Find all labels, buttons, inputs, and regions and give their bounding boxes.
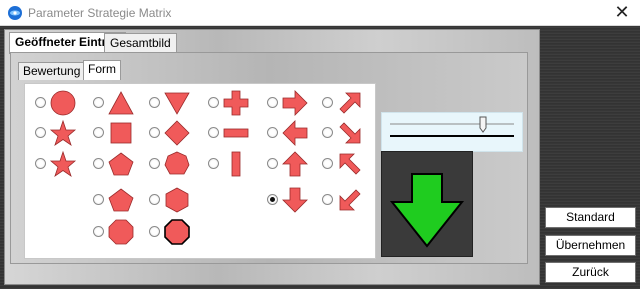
shape-radio[interactable]: [93, 97, 104, 108]
triangle-down-icon[interactable]: [163, 89, 191, 117]
apply-button[interactable]: Übernehmen: [545, 235, 636, 256]
shape-radio[interactable]: [93, 194, 104, 205]
hexagon-icon[interactable]: [163, 186, 191, 214]
square-icon[interactable]: [107, 119, 135, 147]
shape-preview: [381, 151, 473, 257]
shape-radio[interactable]: [35, 127, 46, 138]
shape-radio[interactable]: [149, 194, 160, 205]
shape-radio[interactable]: [149, 127, 160, 138]
shape-radio[interactable]: [267, 194, 278, 205]
shape-radio[interactable]: [208, 158, 219, 169]
star-icon[interactable]: [49, 119, 77, 147]
shape-radio[interactable]: [208, 97, 219, 108]
shape-radio[interactable]: [93, 226, 104, 237]
arrow-up-left-icon[interactable]: [336, 150, 364, 178]
arrow-right-icon[interactable]: [281, 89, 309, 117]
window-title: Parameter Strategie Matrix: [28, 6, 172, 20]
minus-icon[interactable]: [222, 119, 250, 147]
shape-selection-area: [24, 83, 376, 259]
pentagon-icon[interactable]: [107, 186, 135, 214]
heptagon-icon[interactable]: [163, 150, 191, 178]
pentagon-icon[interactable]: [107, 150, 135, 178]
vertical-bar-icon[interactable]: [222, 150, 250, 178]
shape-radio[interactable]: [322, 158, 333, 169]
preview-arrow-down-icon: [389, 173, 465, 248]
size-slider[interactable]: [381, 112, 523, 152]
shape-radio[interactable]: [208, 127, 219, 138]
shape-radio[interactable]: [149, 97, 160, 108]
shape-radio[interactable]: [35, 97, 46, 108]
arrow-up-icon[interactable]: [281, 150, 309, 178]
plus-icon[interactable]: [222, 89, 250, 117]
tab-form[interactable]: Form: [83, 60, 121, 80]
triangle-up-icon[interactable]: [107, 89, 135, 117]
star-icon[interactable]: [49, 150, 77, 178]
arrow-down-left-icon[interactable]: [336, 186, 364, 214]
size-slider-track: [390, 116, 514, 137]
back-button[interactable]: Zurück: [545, 262, 636, 283]
close-button[interactable]: ✕: [604, 0, 640, 26]
arrow-down-icon[interactable]: [281, 186, 309, 214]
close-icon: ✕: [614, 2, 630, 22]
shape-radio[interactable]: [267, 97, 278, 108]
arrow-down-right-icon[interactable]: [336, 119, 364, 147]
shape-radio[interactable]: [267, 158, 278, 169]
arrow-left-icon[interactable]: [281, 119, 309, 147]
octagon-icon[interactable]: [163, 218, 191, 246]
shape-radio[interactable]: [322, 194, 333, 205]
shape-radio[interactable]: [322, 97, 333, 108]
shape-radio[interactable]: [93, 158, 104, 169]
octagon-icon[interactable]: [107, 218, 135, 246]
shape-radio[interactable]: [149, 158, 160, 169]
diamond-icon[interactable]: [163, 119, 191, 147]
arrow-up-right-icon[interactable]: [336, 89, 364, 117]
slider-thumb[interactable]: [479, 116, 487, 133]
shape-radio[interactable]: [35, 158, 46, 169]
shape-radio[interactable]: [322, 127, 333, 138]
tab-bewertung[interactable]: Bewertung: [18, 62, 86, 80]
shape-radio[interactable]: [93, 127, 104, 138]
app-icon: [8, 6, 22, 20]
shape-radio[interactable]: [149, 226, 160, 237]
standard-button[interactable]: Standard: [545, 207, 636, 228]
shape-radio[interactable]: [267, 127, 278, 138]
circle-icon[interactable]: [49, 89, 77, 117]
title-bar: Parameter Strategie Matrix ✕: [0, 0, 640, 26]
tab-gesamtbild[interactable]: Gesamtbild: [104, 33, 177, 53]
